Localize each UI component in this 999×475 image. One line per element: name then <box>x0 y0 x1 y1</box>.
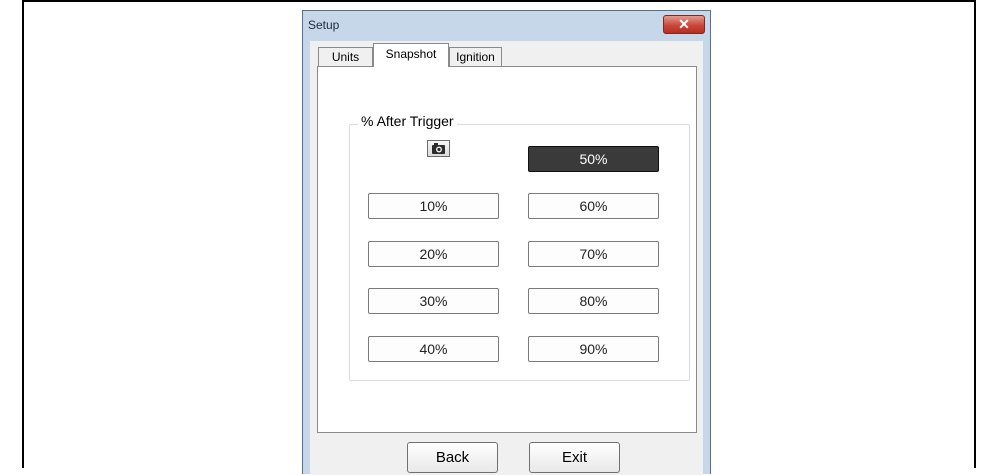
dialog-client-area: Units Snapshot Ignition % After Trigger … <box>310 41 703 475</box>
tab-units[interactable]: Units <box>318 47 373 66</box>
snapshot-tab-panel: % After Trigger 50% 10% 60% 20% 70% 30% … <box>317 66 697 433</box>
percent-30-button[interactable]: 30% <box>368 288 499 314</box>
tab-ignition[interactable]: Ignition <box>449 47 502 66</box>
percent-90-button[interactable]: 90% <box>528 336 659 362</box>
close-button[interactable]: ✕ <box>663 15 705 34</box>
exit-button[interactable]: Exit <box>529 442 620 473</box>
camera-icon <box>432 143 445 154</box>
percent-40-button[interactable]: 40% <box>368 336 499 362</box>
snapshot-camera-button[interactable] <box>427 140 450 157</box>
percent-20-button[interactable]: 20% <box>368 241 499 267</box>
tab-snapshot[interactable]: Snapshot <box>373 43 449 67</box>
percent-50-button[interactable]: 50% <box>528 146 659 172</box>
group-label: % After Trigger <box>358 113 457 129</box>
title-bar: Setup ✕ <box>303 11 710 41</box>
percent-70-button[interactable]: 70% <box>528 241 659 267</box>
percent-80-button[interactable]: 80% <box>528 288 659 314</box>
percent-60-button[interactable]: 60% <box>528 193 659 219</box>
back-button[interactable]: Back <box>407 442 498 473</box>
window-title: Setup <box>308 18 340 32</box>
percent-10-button[interactable]: 10% <box>368 193 499 219</box>
setup-dialog: Setup ✕ Units Snapshot Ignition % After … <box>302 10 711 475</box>
